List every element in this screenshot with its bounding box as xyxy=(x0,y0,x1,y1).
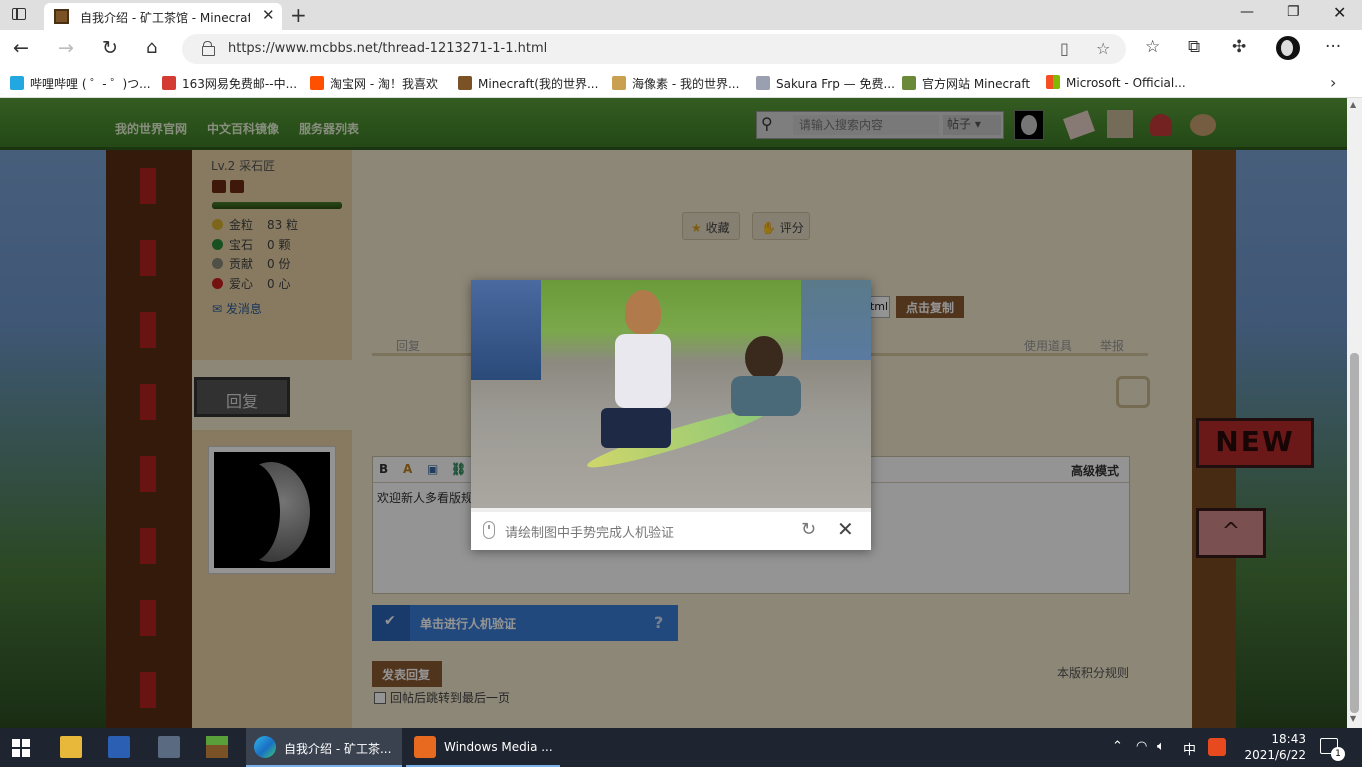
reader-mode-icon[interactable]: ▯ xyxy=(1060,39,1069,58)
volume-icon[interactable]: 🔈︎ xyxy=(1157,739,1165,754)
chevron-up-icon[interactable]: ⌃ xyxy=(1112,739,1123,754)
gesture-captcha-dialog: 请绘制图中手势完成人机验证 ↻ ✕ xyxy=(471,280,871,550)
captcha-image[interactable] xyxy=(471,280,871,508)
url-field[interactable]: https://www.mcbbs.net/thread-1213271-1-1… xyxy=(182,34,1126,64)
bookmark-bilibili[interactable]: 哔哩哔哩 ( ゜- ゜)つ... xyxy=(10,75,151,92)
clock-date: 2021/6/22 xyxy=(1244,748,1306,762)
pixel-icon xyxy=(612,76,626,90)
tab-actions-icon[interactable] xyxy=(10,6,30,24)
notification-count: 1 xyxy=(1331,747,1345,761)
captcha-footer: 请绘制图中手势完成人机验证 ↻ ✕ xyxy=(471,508,871,550)
file-explorer-icon[interactable] xyxy=(60,736,82,758)
tab-bar: 自我介绍 - 矿工茶馆 - Minecraft(我的世界)中文论坛 ✕ + — … xyxy=(0,0,1362,30)
url-text[interactable]: https://www.mcbbs.net/thread-1213271-1-1… xyxy=(228,41,547,56)
forward-icon[interactable]: → xyxy=(58,37,74,59)
mcbbs-favicon-icon xyxy=(54,9,69,24)
extensions-icon[interactable]: ✣ xyxy=(1232,37,1246,57)
grass-block-icon xyxy=(902,76,916,90)
taskbar-item-media-player[interactable]: Windows Media ... xyxy=(406,728,560,767)
browser-tab[interactable]: 自我介绍 - 矿工茶馆 - Minecraft(我的世界)中文论坛 ✕ xyxy=(44,3,282,30)
edge-icon xyxy=(254,736,276,758)
bookmark-sakura-frp[interactable]: Sakura Frp — 免费... xyxy=(756,75,895,92)
refresh-icon[interactable]: ↻ xyxy=(102,37,118,59)
sogou-input-icon[interactable] xyxy=(1208,738,1226,756)
sakura-icon xyxy=(756,76,770,90)
clock-time: 18:43 xyxy=(1271,732,1306,746)
restore-button[interactable]: ❐ xyxy=(1287,4,1300,20)
close-window-button[interactable]: ✕ xyxy=(1333,3,1346,22)
scroll-up-icon[interactable]: ▲ xyxy=(1350,100,1356,109)
favorites-icon[interactable]: ☆ xyxy=(1145,37,1160,57)
wifi-icon[interactable]: ◠ xyxy=(1136,739,1147,754)
mouse-icon xyxy=(483,521,495,539)
bookmark-minecraft-official[interactable]: 官方网站 Minecraft xyxy=(902,75,1030,92)
word-icon[interactable] xyxy=(108,736,130,758)
page-scrollbar[interactable]: ▲ ▼ xyxy=(1347,98,1362,728)
lock-icon[interactable] xyxy=(202,41,215,56)
more-menu-icon[interactable]: ··· xyxy=(1325,37,1341,57)
ime-indicator[interactable]: 中 xyxy=(1183,739,1196,758)
back-icon[interactable]: ← xyxy=(13,37,29,59)
address-bar: ← → ↻ ⌂ https://www.mcbbs.net/thread-121… xyxy=(0,30,1362,68)
windows-taskbar: 自我介绍 - 矿工茶... Windows Media ... ⌃ ◠ 🔈︎ 中… xyxy=(0,728,1362,767)
chevron-right-icon[interactable]: › xyxy=(1330,73,1336,92)
tab-title: 自我介绍 - 矿工茶馆 - Minecraft(我的世界)中文论坛 xyxy=(80,11,250,25)
bilibili-icon xyxy=(10,76,24,90)
calculator-icon[interactable] xyxy=(158,736,180,758)
refresh-icon[interactable]: ↻ xyxy=(801,519,816,540)
media-player-icon xyxy=(414,736,436,758)
bookmarks-bar: 哔哩哔哩 ( ゜- ゜)つ... 163网易免费邮--中... 淘宝网 - 淘！… xyxy=(0,68,1362,98)
bookmark-taobao[interactable]: 淘宝网 - 淘！我喜欢 xyxy=(310,75,438,92)
bookmark-microsoft[interactable]: Microsoft - Official... xyxy=(1046,75,1186,90)
clock[interactable]: 18:43 2021/6/22 xyxy=(1240,731,1306,763)
close-icon[interactable]: ✕ xyxy=(837,517,854,541)
minimize-button[interactable]: — xyxy=(1240,4,1254,20)
profile-avatar-icon[interactable] xyxy=(1276,36,1300,60)
163-mail-icon xyxy=(162,76,176,90)
close-icon[interactable]: ✕ xyxy=(262,6,275,24)
minecraft-block-icon xyxy=(458,76,472,90)
taskbar-item-edge[interactable]: 自我介绍 - 矿工茶... xyxy=(246,728,402,767)
new-tab-button[interactable]: + xyxy=(290,3,307,27)
bookmark-hai-pixel[interactable]: 海像素 - 我的世界... xyxy=(612,75,739,92)
taobao-icon xyxy=(310,76,324,90)
minecraft-launcher-icon[interactable] xyxy=(206,736,228,758)
notification-center-icon[interactable]: 1 xyxy=(1320,738,1345,761)
microsoft-icon xyxy=(1046,75,1060,89)
windows-start-icon[interactable] xyxy=(12,739,30,757)
scrollbar-thumb[interactable] xyxy=(1350,353,1359,713)
bookmark-mcbbs[interactable]: Minecraft(我的世界... xyxy=(458,75,598,92)
captcha-instruction: 请绘制图中手势完成人机验证 xyxy=(505,526,675,541)
add-favorite-icon[interactable]: ☆ xyxy=(1096,39,1110,58)
collections-icon[interactable]: ⧉ xyxy=(1188,37,1200,57)
scroll-down-icon[interactable]: ▼ xyxy=(1350,714,1356,723)
bookmark-163-mail[interactable]: 163网易免费邮--中... xyxy=(162,75,297,92)
home-icon[interactable]: ⌂ xyxy=(146,37,157,58)
